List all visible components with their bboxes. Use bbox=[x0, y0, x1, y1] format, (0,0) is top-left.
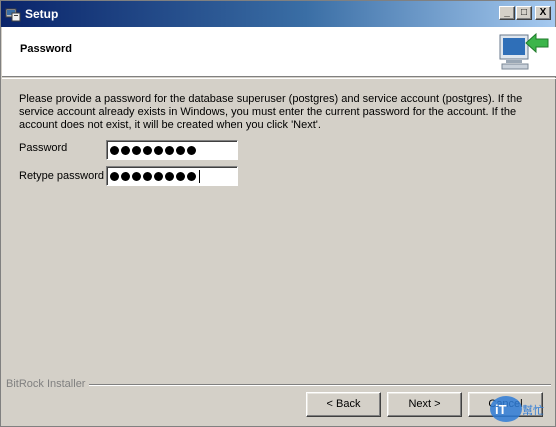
retype-password-mask bbox=[110, 169, 234, 183]
retype-password-label: Retype password bbox=[19, 170, 104, 182]
page-title: Password bbox=[20, 43, 72, 55]
password-mask-dot bbox=[187, 171, 196, 181]
password-field[interactable] bbox=[106, 140, 238, 160]
next-button[interactable]: Next > bbox=[387, 392, 462, 417]
svg-text:iT: iT bbox=[495, 402, 507, 417]
svg-text:幫忙: 幫忙 bbox=[522, 403, 544, 417]
maximize-button[interactable]: □ bbox=[516, 6, 532, 20]
wizard-header: Password bbox=[2, 27, 556, 77]
password-mask-dot bbox=[121, 171, 130, 181]
title-bar[interactable]: Setup _ □ X bbox=[1, 1, 555, 27]
password-mask-dot bbox=[143, 145, 152, 155]
retype-password-field[interactable] bbox=[106, 166, 238, 186]
password-mask-dot bbox=[176, 145, 185, 155]
text-caret bbox=[199, 169, 200, 183]
header-separator bbox=[2, 78, 556, 79]
window-title: Setup bbox=[25, 7, 59, 21]
password-mask-dot bbox=[143, 171, 152, 181]
minimize-button[interactable]: _ bbox=[499, 6, 515, 20]
password-mask-dot bbox=[154, 145, 163, 155]
password-mask-dot bbox=[187, 145, 196, 155]
setup-app-icon bbox=[5, 8, 21, 22]
close-button[interactable]: X bbox=[535, 6, 551, 20]
password-mask-dot bbox=[110, 171, 119, 181]
password-mask bbox=[110, 143, 234, 157]
password-mask-dot bbox=[176, 171, 185, 181]
password-mask-dot bbox=[165, 171, 174, 181]
ithome-watermark-logo: iT 幫忙 bbox=[490, 396, 544, 422]
password-mask-dot bbox=[121, 145, 130, 155]
computer-arrow-icon bbox=[499, 32, 549, 70]
password-label: Password bbox=[19, 142, 68, 154]
description-text: Please provide a password for the databa… bbox=[19, 93, 523, 131]
password-mask-dot bbox=[110, 145, 119, 155]
password-mask-dot bbox=[132, 145, 141, 155]
back-button[interactable]: < Back bbox=[306, 392, 381, 417]
password-mask-dot bbox=[132, 171, 141, 181]
footer-divider bbox=[89, 384, 551, 386]
setup-window: Setup _ □ X Password Please provide a pa… bbox=[0, 0, 556, 427]
password-mask-dot bbox=[165, 145, 174, 155]
installer-brand: BitRock Installer bbox=[6, 378, 86, 390]
password-mask-dot bbox=[154, 171, 163, 181]
